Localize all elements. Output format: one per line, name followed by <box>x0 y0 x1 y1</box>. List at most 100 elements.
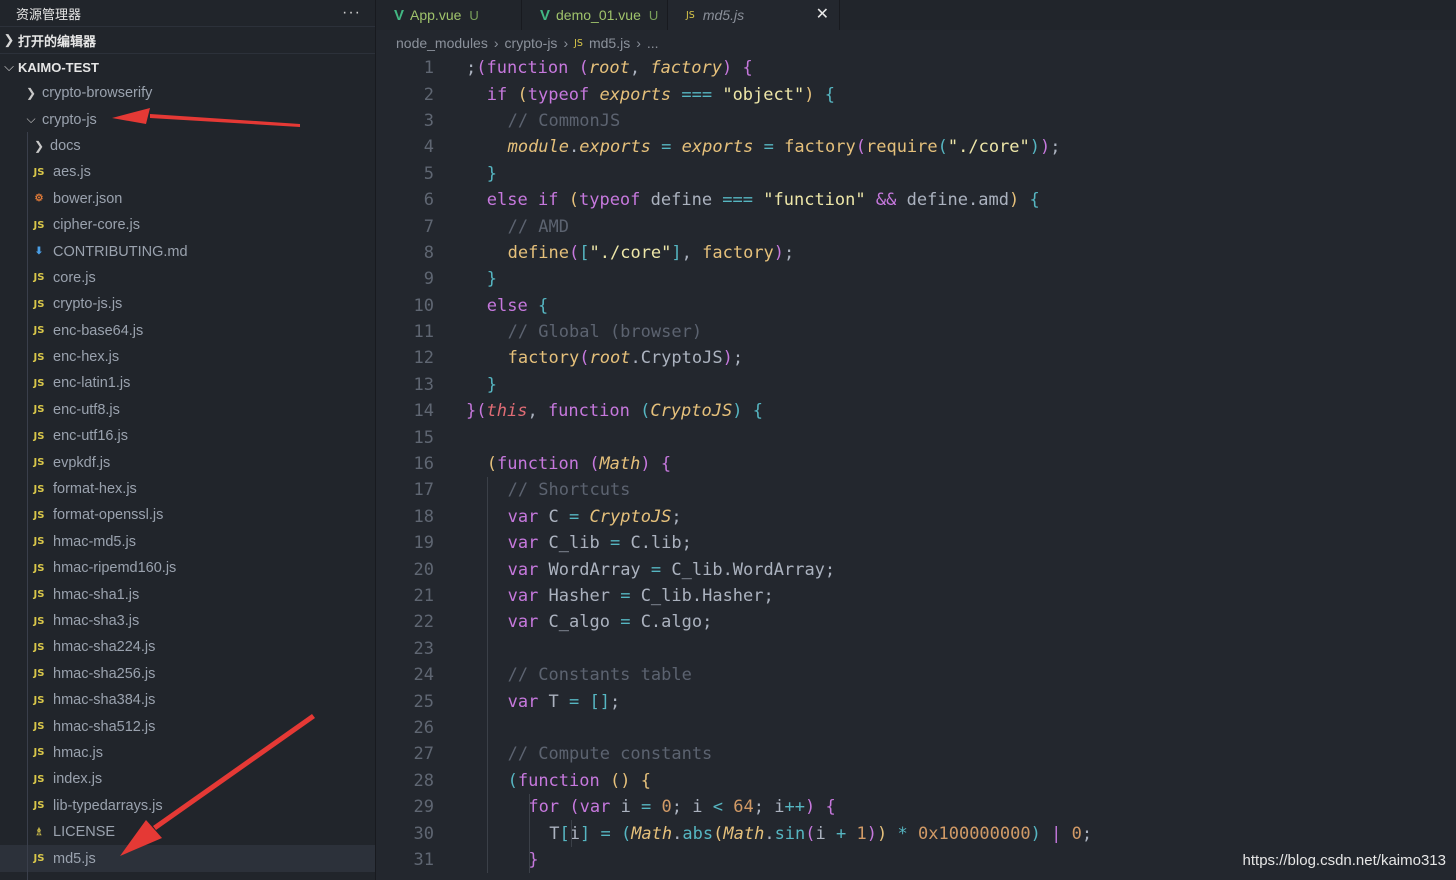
file-item[interactable]: JS format-hex.js <box>0 476 375 502</box>
code-line[interactable]: 11 // Global (browser) <box>376 319 1456 345</box>
tree-item-label: core.js <box>53 269 96 286</box>
code-token: ( <box>937 137 948 158</box>
breadcrumb-item[interactable]: node_modules <box>396 35 488 51</box>
code-line[interactable]: 27 // Compute constants <box>376 741 1456 768</box>
code-token: { <box>742 58 753 79</box>
folder-item[interactable]: ❯ docs <box>0 133 375 159</box>
file-item[interactable]: JS core.js <box>0 265 375 291</box>
code-line[interactable]: 17 // Shortcuts <box>376 477 1456 504</box>
code-line[interactable]: 28 (function () { <box>376 767 1456 794</box>
code-line[interactable]: 8 define(["./core"], factory); <box>376 240 1456 266</box>
file-item[interactable]: ♗ LICENSE <box>0 819 375 845</box>
code-token: [ <box>579 242 590 263</box>
project-section[interactable]: ⌵ KAIMO-TEST <box>0 54 375 80</box>
code-text: // AMD <box>466 217 569 237</box>
file-item[interactable]: JS hmac-sha512.js <box>0 713 375 739</box>
breadcrumb-item[interactable]: crypto-js <box>505 35 558 51</box>
code-line[interactable]: 13} <box>376 372 1456 398</box>
file-item[interactable]: JS enc-utf16.js <box>0 423 375 449</box>
code-token: // CommonJS <box>507 110 621 131</box>
code-line[interactable]: 23 <box>376 635 1456 662</box>
file-item[interactable]: JS enc-utf8.js <box>0 397 375 423</box>
line-number: 23 <box>413 638 434 659</box>
code-line[interactable]: 3 // CommonJS <box>376 108 1456 134</box>
code-line[interactable]: 24 // Constants table <box>376 661 1456 689</box>
code-line[interactable]: 22 var C_algo = C.algo; <box>376 609 1456 636</box>
file-item[interactable]: JS enc-latin1.js <box>0 370 375 396</box>
file-item[interactable]: JS enc-hex.js <box>0 344 375 370</box>
file-item[interactable]: JS evpkdf.js <box>0 449 375 475</box>
code-token: if <box>486 84 508 105</box>
file-item[interactable]: JS hmac-sha256.js <box>0 661 375 687</box>
file-item[interactable]: JS crypto-js.js <box>0 291 375 317</box>
indent-guide <box>487 609 488 636</box>
code-line[interactable]: 1 ;(function (root, factory) { <box>376 55 1456 81</box>
chevron-right-icon: ❯ <box>3 32 15 47</box>
code-line[interactable]: 14}(this, function (CryptoJS) { <box>376 398 1456 424</box>
code-line[interactable]: 10 else { <box>376 293 1456 319</box>
tab-md5-js[interactable]: JS md5.js ✕ <box>668 0 840 30</box>
code-line[interactable]: 29 for (var i = 0; i < 64; i++) { <box>376 793 1456 821</box>
indent-guide <box>487 582 488 610</box>
code-line[interactable]: 6 else if (typeof define === "function" &… <box>376 187 1456 213</box>
code-token: ( <box>578 58 589 79</box>
folder-item[interactable]: ❯ crypto-browserify <box>0 80 375 106</box>
code-line[interactable]: 18 var C = CryptoJS; <box>376 503 1456 531</box>
file-item[interactable]: ⬇ CONTRIBUTING.md <box>0 238 375 264</box>
file-item[interactable]: JS enc-base64.js <box>0 318 375 344</box>
file-item[interactable]: ⚙ bower.json <box>0 186 375 212</box>
code-line[interactable]: 7 // AMD <box>376 213 1456 239</box>
code-line[interactable]: 12 factory(root.CryptoJS); <box>376 345 1456 371</box>
file-item[interactable]: JS hmac.js <box>0 740 375 766</box>
code-line[interactable]: 30 T[i] = (Math.abs(Math.sin(i + 1)) * 0x… <box>376 820 1456 847</box>
code-token: | <box>1051 823 1062 844</box>
code-view[interactable]: 1 ;(function (root, factory) {2 if (typeof… <box>376 55 1456 880</box>
code-token: () <box>609 770 631 791</box>
file-item[interactable]: JS aes.js <box>0 159 375 185</box>
code-line[interactable]: 25 var T = []; <box>376 688 1456 715</box>
code-line[interactable]: 5} <box>376 161 1456 187</box>
file-item[interactable]: JS lib-typedarrays.js <box>0 793 375 819</box>
code-line[interactable]: 2 if (typeof exports === "object") { <box>376 81 1456 107</box>
code-line[interactable]: 16 (function (Math) { <box>376 451 1456 477</box>
file-item[interactable]: JS hmac-sha1.js <box>0 581 375 607</box>
close-icon[interactable]: ✕ <box>816 4 829 24</box>
file-item[interactable]: JS hmac-md5.js <box>0 529 375 555</box>
file-item[interactable]: JS cipher-core.js <box>0 212 375 238</box>
file-item[interactable]: JS hmac-ripemd160.js <box>0 555 375 581</box>
tree-item-label: crypto-js <box>42 111 97 128</box>
file-item[interactable]: JS md5.js <box>0 845 375 872</box>
code-line[interactable]: 19 var C_lib = C.lib; <box>376 530 1456 557</box>
breadcrumb-item[interactable]: ... <box>647 35 659 51</box>
open-editors-section[interactable]: ❯ 打开的编辑器 <box>0 27 375 53</box>
code-token: root <box>589 348 631 369</box>
js-icon: JS <box>686 9 695 21</box>
tree-item-label: aes.js <box>53 164 91 181</box>
code-line[interactable]: 21 var Hasher = C_lib.Hasher; <box>376 582 1456 610</box>
file-item[interactable]: JS hmac-sha3.js <box>0 608 375 634</box>
code-line[interactable]: 4 module.exports = exports = factory(requ… <box>376 134 1456 160</box>
tab-label: demo_01.vue <box>556 7 641 23</box>
code-token: = <box>650 559 662 580</box>
code-line[interactable]: 15 <box>376 424 1456 450</box>
file-item[interactable]: JS hmac-sha224.js <box>0 634 375 660</box>
breadcrumb-item[interactable]: md5.js <box>589 35 630 51</box>
js-file-icon: JS <box>33 166 45 178</box>
more-actions-icon[interactable]: ··· <box>342 4 361 22</box>
code-line[interactable]: 26 <box>376 714 1456 742</box>
tab-demo-01-vue[interactable]: Vdemo_01.vue U <box>522 0 668 30</box>
file-item[interactable]: JS index.js <box>0 766 375 792</box>
line-number: 19 <box>413 533 434 554</box>
tab-app-vue[interactable]: V App.vue U <box>376 0 522 30</box>
indent-guide <box>487 793 488 821</box>
indent-guide <box>487 530 488 557</box>
folder-item[interactable]: ⌵ crypto-js <box>0 106 375 132</box>
code-line[interactable]: 20 var WordArray = C_lib.WordArray; <box>376 556 1456 583</box>
code-line[interactable]: 9} <box>376 266 1456 292</box>
tree-item-label: docs <box>50 137 81 154</box>
file-item[interactable]: JS hmac-sha384.js <box>0 687 375 713</box>
file-item[interactable]: JS format-openssl.js <box>0 502 375 528</box>
code-token: T <box>549 823 560 844</box>
